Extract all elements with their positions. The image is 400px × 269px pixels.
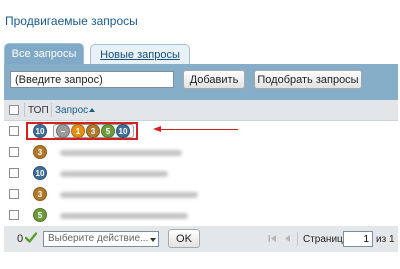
- page-total: из 1: [376, 234, 395, 245]
- selected-count: 0: [17, 233, 24, 245]
- page-title: Продвигаемые запросы: [5, 14, 138, 28]
- page-input[interactable]: [343, 231, 373, 247]
- column-divider: [51, 103, 52, 117]
- row-checkbox[interactable]: [9, 168, 19, 178]
- check-icon: [25, 232, 37, 243]
- annotation-arrow-head: [153, 126, 161, 132]
- top-badge: 5: [33, 208, 47, 222]
- pager-divider: [297, 232, 298, 246]
- page-label: Страница: [303, 234, 349, 245]
- action-select[interactable]: Выберите действие...: [43, 231, 159, 247]
- tab-all-queries[interactable]: Все запросы: [4, 43, 84, 64]
- row-checkbox[interactable]: [9, 147, 19, 157]
- position-badge: 3: [86, 124, 100, 138]
- position-badge: 5: [101, 124, 115, 138]
- pick-queries-button[interactable]: Подобрать запросы: [254, 70, 362, 89]
- position-badge: 1: [71, 124, 85, 138]
- blurred-query-text: [60, 150, 182, 156]
- column-query[interactable]: Запрос: [55, 105, 88, 116]
- row-checkbox[interactable]: [9, 126, 19, 136]
- top-badge: 3: [33, 145, 47, 159]
- column-divider: [24, 103, 25, 117]
- position-badge: –: [56, 124, 70, 138]
- annotation-arrow: [160, 129, 238, 130]
- blurred-query-text: [60, 213, 188, 219]
- add-button[interactable]: Добавить: [183, 70, 245, 89]
- select-all-checkbox[interactable]: [9, 105, 19, 115]
- top-badge: 3: [33, 187, 47, 201]
- chevron-down-icon[interactable]: [150, 238, 156, 242]
- position-badge: 10: [116, 124, 130, 138]
- row-checkbox[interactable]: [9, 210, 19, 220]
- tab-new-queries[interactable]: Новые запросы: [90, 44, 190, 64]
- sort-ascending-icon: [89, 108, 95, 112]
- top-badge: 10: [33, 166, 47, 180]
- blurred-query-text: [60, 192, 198, 198]
- previous-page-icon[interactable]: [284, 234, 291, 243]
- ok-button[interactable]: OK: [168, 229, 200, 248]
- first-page-icon[interactable]: [268, 234, 277, 243]
- column-top[interactable]: ТОП: [28, 105, 49, 116]
- top-badge: 10: [33, 124, 47, 138]
- blurred-query-text: [60, 171, 168, 177]
- row-checkbox[interactable]: [9, 189, 19, 199]
- query-input[interactable]: [10, 71, 174, 88]
